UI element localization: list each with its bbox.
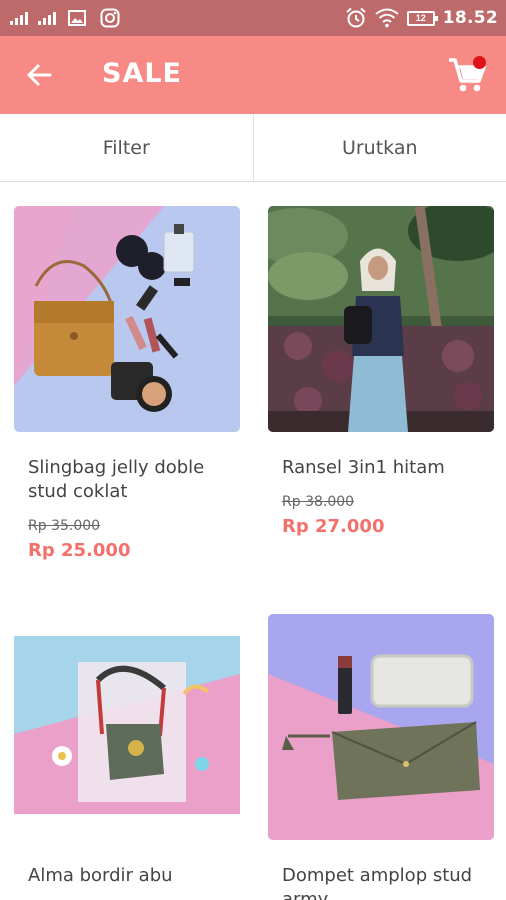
back-button[interactable] — [24, 60, 54, 90]
product-old-price: Rp 38.000 — [282, 494, 355, 510]
filter-sort-bar: Filter Urutkan — [0, 114, 506, 182]
product-name[interactable]: Dompet amplop stud army — [268, 864, 488, 900]
battery-icon: 12 — [406, 10, 438, 26]
product-card[interactable]: Dompet amplop stud army — [268, 614, 494, 900]
product-card[interactable]: Alma bordir abu — [14, 614, 240, 888]
signal-icon — [10, 11, 28, 25]
product-name[interactable]: Alma bordir abu — [14, 864, 234, 888]
product-image[interactable] — [268, 614, 494, 840]
alarm-icon — [346, 7, 366, 28]
product-image[interactable] — [14, 206, 240, 432]
app-bar: SALE — [0, 36, 506, 114]
product-image[interactable] — [14, 614, 240, 840]
product-new-price: Rp 27.000 — [282, 516, 385, 537]
image-icon — [68, 10, 86, 26]
sort-button[interactable]: Urutkan — [254, 114, 506, 181]
filter-button[interactable]: Filter — [0, 114, 253, 181]
product-card[interactable]: Ransel 3in1 hitam Rp 38.000 Rp 27.000 — [268, 206, 494, 537]
battery-level: 12 — [415, 13, 426, 23]
product-old-price: Rp 35.000 — [28, 518, 101, 534]
status-right-icons: 12 18.52 — [345, 6, 498, 30]
cart-button[interactable] — [446, 54, 488, 96]
product-new-price: Rp 25.000 — [28, 540, 131, 561]
signal-icon — [38, 11, 56, 25]
page-title: SALE — [102, 58, 182, 89]
status-time: 18.52 — [442, 8, 498, 28]
instagram-icon — [100, 8, 120, 28]
wifi-icon — [375, 8, 399, 28]
notification-dot — [473, 56, 486, 69]
product-image[interactable] — [268, 206, 494, 432]
product-name[interactable]: Ransel 3in1 hitam — [268, 456, 488, 480]
product-card[interactable]: Slingbag jelly doble stud coklat Rp 35.0… — [14, 206, 240, 561]
status-left-icons — [10, 6, 120, 30]
product-name[interactable]: Slingbag jelly doble stud coklat — [14, 456, 234, 504]
arrow-left-icon — [27, 64, 52, 86]
status-bar: 12 18.52 — [0, 0, 506, 36]
